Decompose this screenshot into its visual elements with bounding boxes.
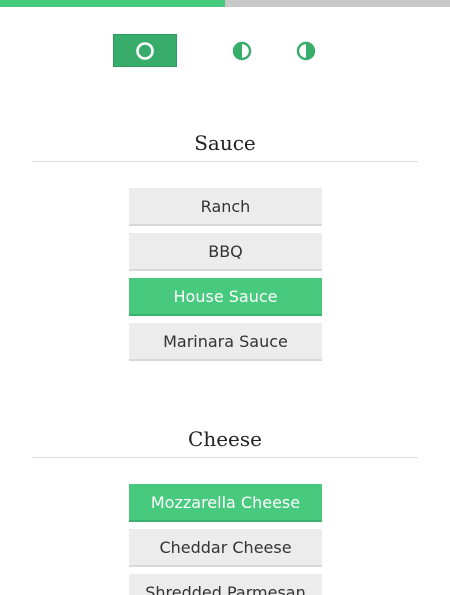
option-marinara-sauce[interactable]: Marinara Sauce	[129, 323, 322, 361]
coverage-selector	[0, 34, 450, 67]
right-half-circle-icon	[296, 41, 316, 60]
left-half-circle-icon	[232, 41, 252, 60]
section-title-cheese: Cheese	[188, 427, 262, 451]
section-divider	[32, 161, 418, 162]
whole-circle-icon	[136, 41, 154, 60]
option-mozzarella-cheese[interactable]: Mozzarella Cheese	[129, 484, 322, 522]
section-title-sauce: Sauce	[194, 131, 256, 155]
option-bbq[interactable]: BBQ	[129, 233, 322, 271]
option-ranch[interactable]: Ranch	[129, 188, 322, 226]
option-house-sauce[interactable]: House Sauce	[129, 278, 322, 316]
left-half-button[interactable]	[226, 34, 258, 67]
progress-fill	[0, 0, 225, 7]
progress-bar	[0, 0, 450, 7]
pizza-builder-page: Sauce Ranch BBQ House Sauce Marinara Sau…	[0, 0, 450, 595]
whole-pizza-button[interactable]	[113, 34, 177, 67]
section-divider	[32, 457, 418, 458]
option-cheddar-cheese[interactable]: Cheddar Cheese	[129, 529, 322, 567]
option-shredded-parmesan[interactable]: Shredded Parmesan	[129, 574, 322, 595]
right-half-button[interactable]	[290, 34, 322, 67]
